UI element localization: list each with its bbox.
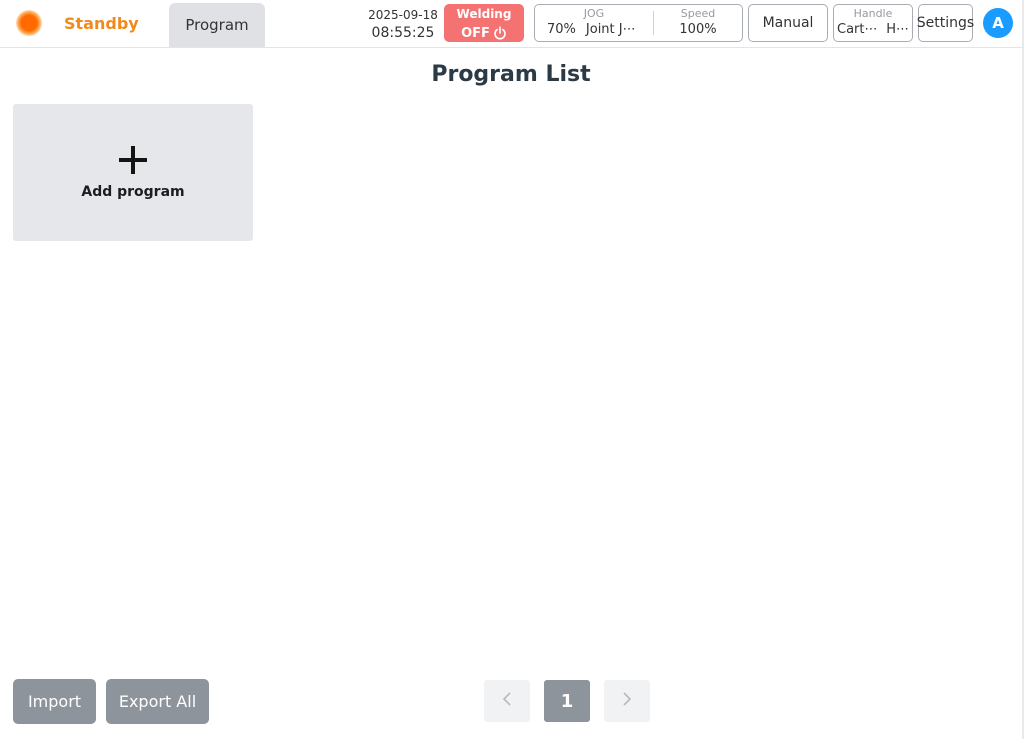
speed-title: Speed [680, 7, 716, 20]
plus-icon [117, 144, 149, 180]
page-title: Program List [431, 62, 591, 87]
page-number-button[interactable]: 1 [544, 680, 590, 722]
welding-label: Welding [456, 7, 512, 21]
manual-mode-button[interactable]: Manual [748, 4, 828, 42]
speed-section[interactable]: Speed 100% [654, 5, 742, 41]
top-bar: Standby Program 2025-09-18 08:55:25 Weld… [0, 0, 1022, 48]
chevron-right-icon [621, 691, 633, 711]
welding-toggle-button[interactable]: Welding OFF [444, 4, 524, 42]
jog-mode: Joint J⋯ [585, 22, 636, 37]
handle-coordinate: Cart⋯ [837, 22, 878, 37]
export-all-button[interactable]: Export All [106, 679, 209, 724]
add-program-card[interactable]: Add program [13, 104, 253, 241]
handle-title: Handle [853, 7, 893, 20]
next-page-button[interactable] [604, 680, 650, 722]
jog-section[interactable]: JOG 70% Joint J⋯ [535, 5, 653, 41]
power-icon [493, 25, 507, 44]
add-program-label: Add program [81, 184, 185, 200]
status-indicator-icon [16, 10, 42, 36]
time-text: 08:55:25 [371, 25, 435, 41]
prev-page-button[interactable] [484, 680, 530, 722]
speed-value: 100% [679, 22, 717, 37]
handle-mode: H⋯ [886, 22, 909, 37]
datetime-display: 2025-09-18 08:55:25 [366, 6, 440, 42]
status-text: Standby [64, 14, 139, 33]
jog-percent: 70% [547, 22, 576, 37]
chevron-left-icon [501, 691, 513, 711]
avatar[interactable]: A [983, 8, 1013, 38]
welding-state: OFF [461, 26, 490, 41]
jog-title: JOG [583, 7, 605, 20]
jog-speed-control[interactable]: JOG 70% Joint J⋯ Speed 100% [534, 4, 743, 42]
date-text: 2025-09-18 [368, 8, 438, 22]
import-button[interactable]: Import [13, 679, 96, 724]
settings-button[interactable]: Settings [917, 4, 974, 42]
handle-control[interactable]: Handle Cart⋯ H⋯ [833, 4, 913, 42]
tab-program[interactable]: Program [169, 3, 265, 47]
